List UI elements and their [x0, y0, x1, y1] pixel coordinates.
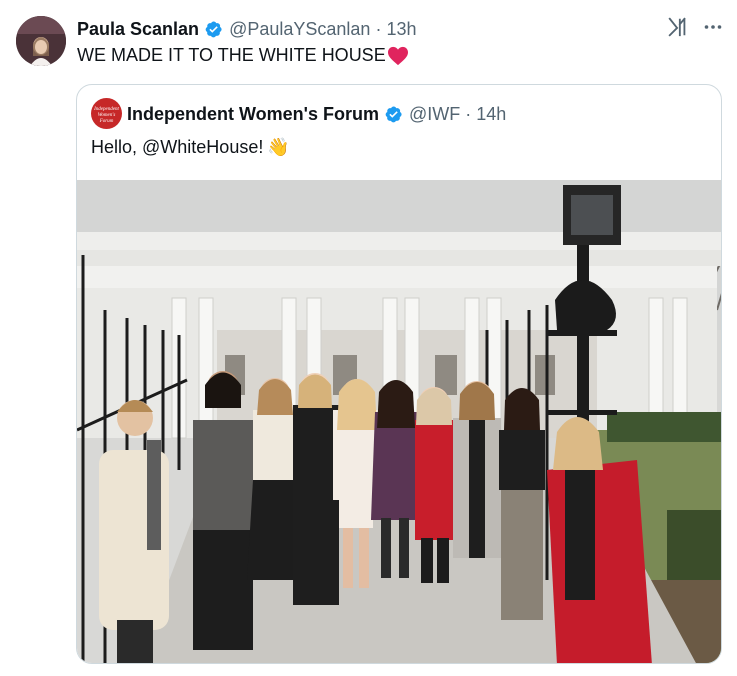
author-handle[interactable]: @PaulaYScanlan	[229, 19, 370, 40]
separator-dot: ·	[375, 18, 382, 39]
quoted-tweet-timestamp[interactable]: 14h	[476, 104, 506, 125]
quoted-tweet-text: Hello, @WhiteHouse! 👋	[91, 137, 290, 158]
tweet-text: WE MADE IT TO THE WHITE HOUSE	[77, 45, 409, 66]
quoted-tweet[interactable]: Independent Women's Forum Independent Wo…	[76, 84, 722, 664]
more-icon[interactable]	[703, 17, 723, 37]
grok-icon[interactable]	[667, 16, 689, 38]
iwf-logo: Independent Women's Forum	[94, 107, 119, 124]
quoted-text-content: Hello, @WhiteHouse!	[91, 137, 264, 157]
tweet-text-content: WE MADE IT TO THE WHITE HOUSE	[77, 45, 386, 65]
group-photo-image[interactable]	[77, 180, 722, 664]
waving-hand-emoji: 👋	[267, 137, 290, 157]
quoted-tweet-header: Independent Women's Forum @IWF · 14h	[127, 104, 506, 125]
author-name[interactable]: Paula Scanlan	[77, 19, 199, 40]
author-avatar[interactable]	[16, 16, 66, 66]
quoted-author-name[interactable]: Independent Women's Forum	[127, 104, 379, 125]
verified-badge-icon	[205, 21, 222, 37]
tweet-timestamp[interactable]: 13h	[386, 19, 416, 40]
quoted-author-avatar[interactable]: Independent Women's Forum	[91, 98, 122, 129]
quoted-author-handle[interactable]: @IWF	[409, 104, 460, 125]
tweet-card[interactable]: Paula Scanlan @PaulaYScanlan · 13h WE MA…	[0, 0, 737, 676]
avatar-image	[16, 16, 66, 66]
verified-badge-icon	[385, 106, 402, 123]
tweet-actions	[667, 16, 723, 38]
separator-dot: ·	[465, 104, 472, 124]
tweet-header: Paula Scanlan @PaulaYScanlan · 13h	[77, 18, 416, 40]
red-heart-emoji	[387, 46, 408, 65]
